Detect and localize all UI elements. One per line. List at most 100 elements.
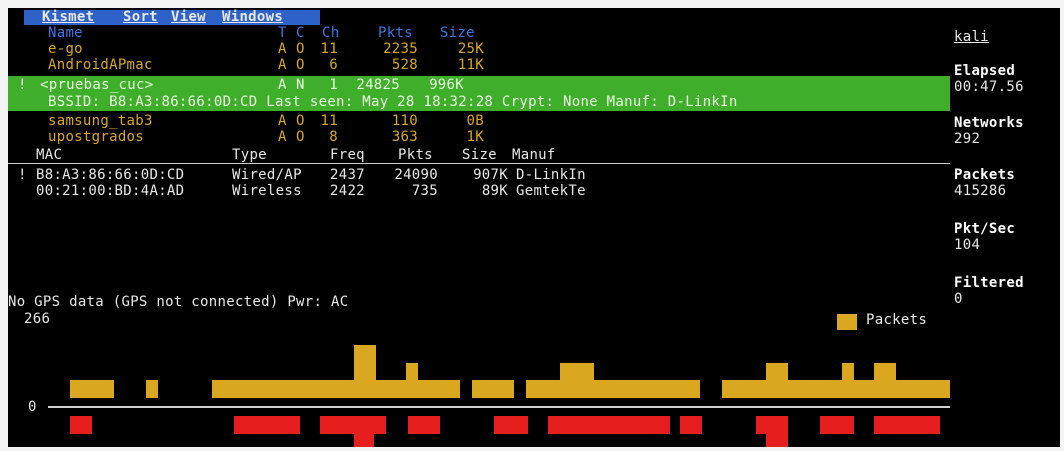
client-size: 89K xyxy=(481,183,508,199)
graph-y-max: 266 xyxy=(24,311,51,327)
network-type: A xyxy=(278,129,287,145)
network-detail: BSSID: B8:A3:86:66:0D:CD Last seen: May … xyxy=(48,94,738,110)
network-packets: 363 xyxy=(391,129,418,145)
gps-status: No GPS data (GPS not connected) Pwr: AC xyxy=(8,294,349,310)
secondary-bar xyxy=(320,416,386,434)
secondary-bar xyxy=(408,416,440,434)
packet-bar xyxy=(376,380,406,398)
network-type: A xyxy=(278,57,287,73)
network-packets: 24825 xyxy=(356,77,400,93)
network-size: 0B xyxy=(466,113,484,129)
secondary-bar xyxy=(354,434,374,447)
col-manuf[interactable]: Manuf xyxy=(512,148,556,162)
network-crypt: N xyxy=(296,77,305,93)
secondary-bar xyxy=(494,416,528,434)
network-type: A xyxy=(278,77,287,93)
network-crypt: O xyxy=(296,129,305,145)
col-size[interactable]: Size xyxy=(462,148,497,162)
network-name: samsung_tab3 xyxy=(48,113,153,129)
packet-bar xyxy=(854,380,874,398)
client-type: Wired/AP xyxy=(232,167,302,183)
host-name: kali xyxy=(954,29,989,45)
client-freq: 2437 xyxy=(330,167,365,183)
menu-sort[interactable]: Sort xyxy=(123,10,158,25)
client-manuf: D-LinkIn xyxy=(516,167,586,183)
network-name: upostgrados xyxy=(48,129,145,145)
network-crypt: O xyxy=(296,57,305,73)
col-mac[interactable]: MAC xyxy=(36,148,62,162)
network-size: 25K xyxy=(457,41,484,57)
col-freq[interactable]: Freq xyxy=(330,148,365,162)
packet-bar xyxy=(766,363,788,398)
packet-bar xyxy=(560,363,594,398)
legend-swatch-packets xyxy=(837,314,857,330)
network-crypt: O xyxy=(296,113,305,129)
networks-value: 292 xyxy=(954,131,981,147)
network-name: <pruebas_cuc> xyxy=(40,77,154,93)
packet-bar xyxy=(788,380,842,398)
client-packets: 735 xyxy=(411,183,438,199)
packet-bar xyxy=(146,380,158,398)
graph-y-min: 0 xyxy=(28,399,37,415)
packet-bar xyxy=(212,380,354,398)
packet-bar xyxy=(406,363,418,398)
menu-windows[interactable]: Windows xyxy=(222,10,283,25)
network-size: 1K xyxy=(466,129,484,145)
col-name[interactable]: Name xyxy=(48,26,83,40)
col-pkts[interactable]: Pkts xyxy=(378,26,413,40)
legend-label-packets: Packets xyxy=(866,312,928,328)
packet-bar xyxy=(594,380,700,398)
network-channel: 8 xyxy=(329,129,338,145)
secondary-bar xyxy=(766,434,788,447)
menu-bar: Kismet Sort View Windows xyxy=(24,10,320,25)
network-channel: 11 xyxy=(320,113,338,129)
pktsec-value: 104 xyxy=(954,237,981,253)
secondary-bar xyxy=(70,416,92,434)
packet-bar xyxy=(722,380,766,398)
packet-bar xyxy=(354,345,376,398)
network-channel: 6 xyxy=(329,57,338,73)
secondary-bar xyxy=(874,416,940,434)
network-size: 996K xyxy=(429,77,464,93)
packets-label: Packets xyxy=(954,167,1016,183)
packet-bar xyxy=(418,380,460,398)
elapsed-label: Elapsed xyxy=(954,63,1016,79)
col-ch[interactable]: Ch xyxy=(322,26,339,40)
col-size[interactable]: Size xyxy=(440,26,475,40)
packet-bar xyxy=(842,363,854,398)
network-row-selected[interactable]: ! <pruebas_cuc> A N 1 24825 996K BSSID: … xyxy=(8,76,950,111)
col-type[interactable]: Type xyxy=(232,148,267,162)
network-size: 11K xyxy=(457,57,484,73)
network-type: A xyxy=(278,113,287,129)
menu-view[interactable]: View xyxy=(171,10,206,25)
network-packets: 528 xyxy=(391,57,418,73)
packet-bar xyxy=(874,363,896,398)
col-pkts[interactable]: Pkts xyxy=(398,148,433,162)
col-t[interactable]: T xyxy=(278,26,287,40)
secondary-bar xyxy=(820,416,854,434)
client-mac: 00:21:00:BD:4A:AD xyxy=(36,183,185,199)
packet-bar xyxy=(472,380,514,398)
packet-bar xyxy=(70,380,114,398)
network-type: A xyxy=(278,41,287,57)
filtered-value: 0 xyxy=(954,291,963,307)
filtered-label: Filtered xyxy=(954,275,1024,291)
col-c[interactable]: C xyxy=(296,26,305,40)
client-size: 907K xyxy=(473,167,508,183)
elapsed-value: 00:47.56 xyxy=(954,79,1024,95)
network-name: e-go xyxy=(48,41,83,57)
network-packets: 2235 xyxy=(383,41,418,57)
packets-value: 415286 xyxy=(954,183,1007,199)
secondary-bar xyxy=(756,416,788,434)
network-packets: 110 xyxy=(391,113,418,129)
network-crypt: O xyxy=(296,41,305,57)
client-freq: 2422 xyxy=(330,183,365,199)
networks-label: Networks xyxy=(954,115,1024,131)
network-channel: 11 xyxy=(320,41,338,57)
client-type: Wireless xyxy=(232,183,302,199)
menu-kismet[interactable]: Kismet xyxy=(42,10,94,25)
graph-axis xyxy=(48,406,950,408)
alert-flag: ! xyxy=(18,167,27,183)
secondary-bar xyxy=(680,416,702,434)
kismet-terminal: Kismet Sort View Windows Name T C Ch Pkt… xyxy=(8,8,1060,447)
